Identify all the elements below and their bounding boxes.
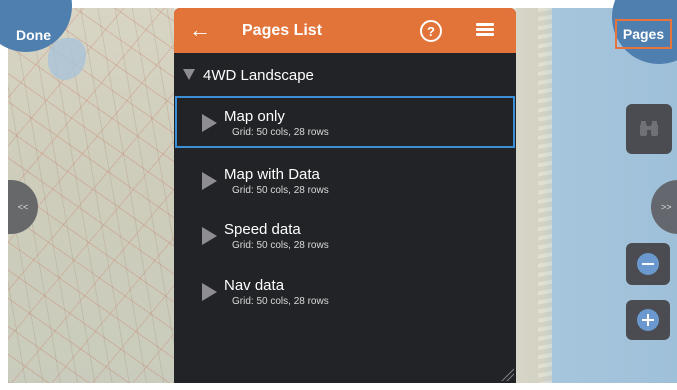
item-grid-info: Grid: 50 cols, 28 rows: [232, 240, 329, 251]
item-name: Speed data: [224, 221, 301, 238]
done-button[interactable]: Done: [16, 27, 51, 43]
item-name: Map only: [224, 108, 285, 125]
triangle-right-icon: [202, 114, 217, 132]
screen-top-edge: [0, 0, 677, 8]
hamburger-menu-icon[interactable]: [476, 23, 494, 37]
plus-circle-icon: [637, 309, 659, 331]
item-grid-info: Grid: 50 cols, 28 rows: [232, 296, 329, 307]
lake-shape: [48, 38, 86, 80]
coastline: [538, 8, 552, 383]
panel-title: Pages List: [242, 22, 323, 39]
screen-bottom-edge: [0, 383, 677, 390]
list-item[interactable]: Map only Grid: 50 cols, 28 rows: [175, 96, 515, 148]
resize-handle-icon[interactable]: [500, 367, 514, 381]
triangle-right-icon: [202, 172, 217, 190]
item-name: Map with Data: [224, 166, 320, 183]
list-item[interactable]: Map with Data Grid: 50 cols, 28 rows: [175, 154, 515, 206]
question-circle-icon[interactable]: ?: [420, 20, 442, 42]
panel-header: ← Pages List ?: [174, 8, 516, 53]
list-item[interactable]: Nav data Grid: 50 cols, 28 rows: [175, 265, 515, 317]
group-row[interactable]: 4WD Landscape: [174, 61, 516, 91]
minus-circle-icon: [637, 253, 659, 275]
pages-button[interactable]: Pages: [615, 19, 672, 49]
item-grid-info: Grid: 50 cols, 28 rows: [232, 127, 329, 138]
zoom-out-button[interactable]: [626, 243, 670, 285]
binoculars-button[interactable]: [626, 104, 672, 154]
triangle-right-icon: [202, 283, 217, 301]
list-item[interactable]: Speed data Grid: 50 cols, 28 rows: [175, 209, 515, 261]
triangle-right-icon: [202, 227, 217, 245]
arrow-left-icon[interactable]: ←: [189, 18, 211, 42]
binoculars-icon: [640, 121, 658, 136]
item-grid-info: Grid: 50 cols, 28 rows: [232, 185, 329, 196]
screen-left-edge: [0, 0, 8, 390]
zoom-in-button[interactable]: [626, 300, 670, 340]
triangle-down-icon: [183, 69, 195, 80]
item-name: Nav data: [224, 277, 285, 294]
group-label: 4WD Landscape: [203, 67, 314, 84]
pages-list-panel: ← Pages List ? 4WD Landscape Map only Gr…: [174, 8, 516, 383]
